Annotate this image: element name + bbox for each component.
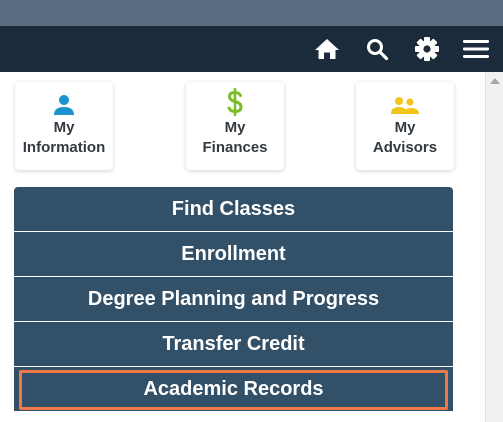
menu-item-academic-records[interactable]: Academic Records xyxy=(14,367,453,412)
home-icon[interactable] xyxy=(312,26,342,72)
tile-my-finances[interactable]: My Finances xyxy=(186,82,284,170)
tile-label-line1: My xyxy=(394,119,416,136)
tile-label-line2: Finances xyxy=(202,139,268,156)
menu-item-degree-planning[interactable]: Degree Planning and Progress xyxy=(14,277,453,322)
menu-item-find-classes[interactable]: Find Classes xyxy=(14,187,453,232)
top-navbar xyxy=(0,26,503,72)
search-icon[interactable] xyxy=(362,26,392,72)
people-icon xyxy=(391,97,419,114)
tile-label-line2: Advisors xyxy=(372,139,438,156)
tile-label-line1: My xyxy=(53,119,75,136)
tile-my-advisors[interactable]: My Advisors xyxy=(356,82,454,170)
menu-item-transfer-credit[interactable]: Transfer Credit xyxy=(14,322,453,367)
menu-item-enrollment[interactable]: Enrollment xyxy=(14,232,453,277)
tile-my-information[interactable]: My Information xyxy=(15,82,113,170)
gear-icon[interactable] xyxy=(412,26,442,72)
browser-top-strip xyxy=(0,0,503,26)
person-icon xyxy=(54,95,74,115)
menu-icon[interactable] xyxy=(461,26,491,72)
main-menu: Find Classes Enrollment Degree Planning … xyxy=(14,187,453,412)
tile-label-line1: My xyxy=(224,119,246,136)
tile-label-line2: Information xyxy=(22,139,106,156)
vertical-scrollbar[interactable] xyxy=(485,72,503,422)
dollar-icon xyxy=(227,88,243,116)
scroll-up-arrow-icon[interactable] xyxy=(490,78,500,84)
